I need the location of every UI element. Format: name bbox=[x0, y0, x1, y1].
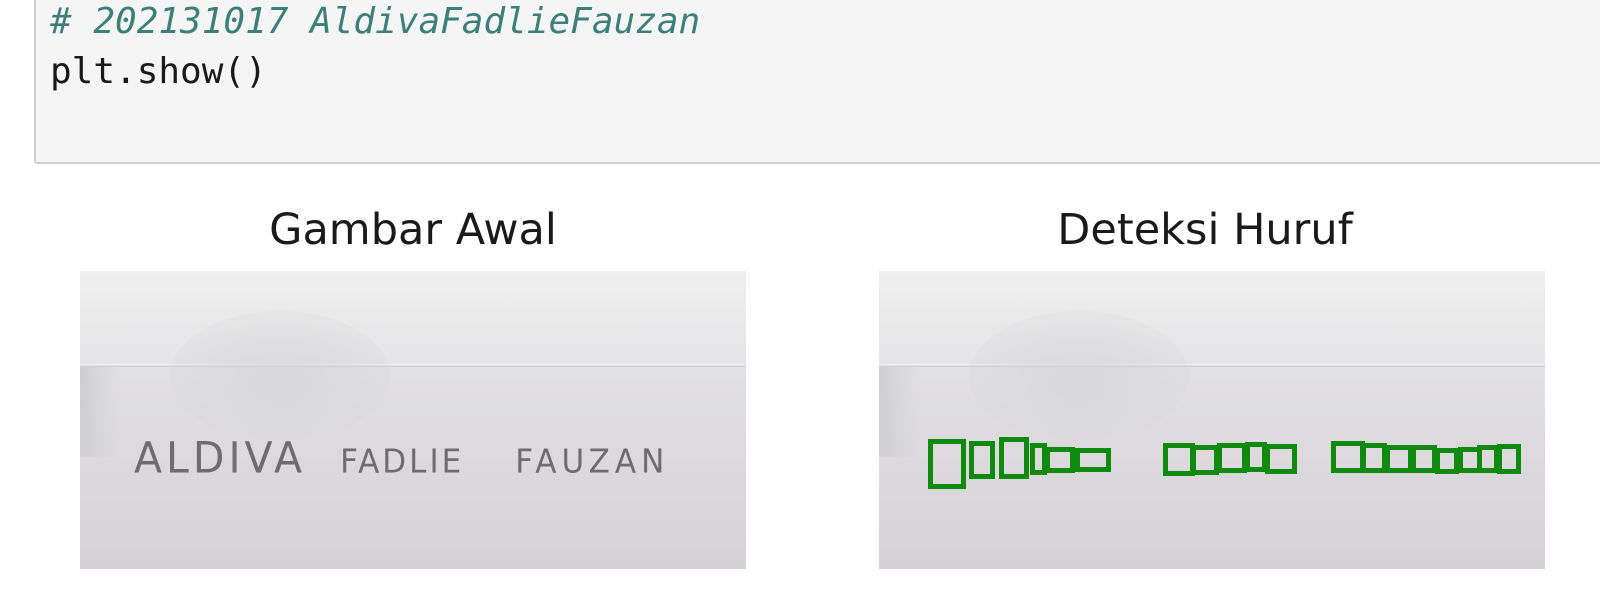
letter-box bbox=[928, 439, 966, 489]
letter-box bbox=[1245, 442, 1267, 472]
letter-box bbox=[1331, 441, 1365, 473]
letter-box bbox=[1411, 445, 1437, 473]
detection-image bbox=[879, 271, 1545, 569]
right-figure-title: Deteksi Huruf bbox=[1057, 205, 1353, 255]
code-cell[interactable]: # 202131017 AldivaFadlieFauzan plt.show(… bbox=[34, 0, 1600, 164]
letter-box bbox=[1477, 445, 1499, 473]
handwritten-text: ALDIVA FADLIE FAUZAN bbox=[134, 433, 669, 483]
letter-box bbox=[999, 437, 1029, 479]
handwritten-word: ALDIVA bbox=[134, 432, 307, 484]
letter-box bbox=[1497, 444, 1521, 474]
handwritten-word: FADLIE bbox=[340, 443, 465, 482]
letter-box bbox=[1361, 443, 1387, 473]
letter-box bbox=[1385, 445, 1413, 473]
letter-box bbox=[1265, 444, 1297, 474]
letter-box bbox=[969, 441, 995, 479]
code-statement: plt.show() bbox=[50, 51, 267, 92]
original-image: ALDIVA FADLIE FAUZAN bbox=[80, 271, 746, 569]
handwritten-word: FAUZAN bbox=[515, 443, 670, 482]
code-comment: # 202131017 AldivaFadlieFauzan bbox=[50, 1, 701, 42]
letter-box bbox=[1435, 448, 1459, 474]
letter-box bbox=[1191, 445, 1219, 475]
letter-box bbox=[1045, 447, 1075, 473]
letter-box bbox=[1217, 443, 1247, 473]
left-figure-title: Gambar Awal bbox=[269, 205, 557, 255]
letter-box bbox=[1075, 448, 1111, 472]
